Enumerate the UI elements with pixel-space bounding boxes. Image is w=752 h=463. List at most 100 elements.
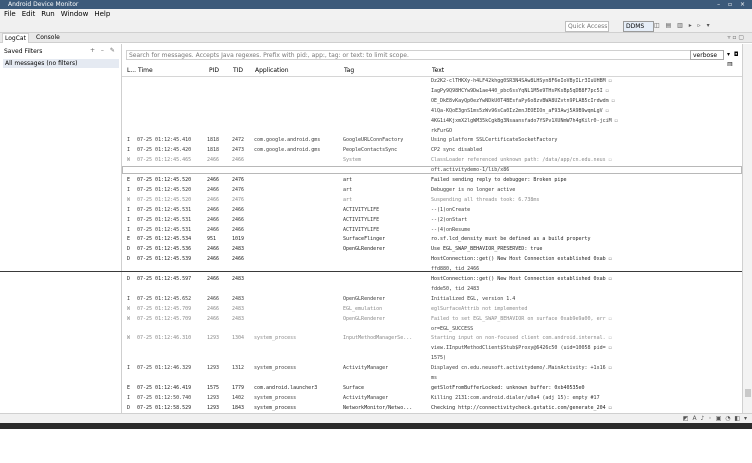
log-pid: 2466 — [207, 305, 220, 312]
log-row[interactable]: W 07-25 01:12:45.709 2466 2483 EGL_emulation… — [122, 305, 742, 313]
saved-filters-title: Saved Filters — [4, 48, 43, 55]
log-row[interactable]: I 07-25 01:12:45.520 2466 2476 art Debugger i… — [122, 186, 742, 194]
log-row[interactable]: Dz2K2-clTHKXy-h4LF42khgg0SR3N4SAw8LHSyn8… — [122, 77, 742, 85]
log-level: I — [127, 295, 131, 302]
log-pid: 2466 — [207, 226, 220, 233]
log-level: D — [127, 276, 131, 282]
log-tid: 2466 — [232, 206, 245, 213]
log-level-select[interactable]: verbose — [690, 50, 724, 60]
quick-access-input[interactable]: Quick Access — [565, 21, 609, 32]
menu-file[interactable]: File — [4, 10, 16, 18]
log-tid: 2472 — [232, 137, 245, 144]
log-row[interactable]: D 07-25 01:12:45.539 2466 2466 HostConnectio… — [122, 255, 742, 263]
log-tag: Surface — [343, 384, 365, 391]
menu-bar: File Edit Run Window Help — [0, 9, 752, 20]
log-time: 07-25 01:12:45.520 — [137, 196, 192, 203]
col-tag[interactable]: Tag — [344, 66, 354, 76]
log-tag: EGL_emulation — [343, 305, 383, 312]
filter-item-all-messages[interactable]: All messages (no filters) — [3, 59, 119, 68]
log-row[interactable]: I 07-25 01:12:45.531 2466 2466 ACTIVITYLIFE -… — [122, 206, 742, 214]
log-text: --(2)onStart — [431, 216, 468, 223]
col-pid[interactable]: PID — [209, 66, 219, 76]
log-row[interactable]: W 07-25 01:12:45.709 2466 2483 OpenGLRendere… — [122, 315, 742, 323]
log-tid: 2483 — [232, 295, 245, 302]
log-text: Use EGL_SWAP_BEHAVIOR_PRESERVED: true — [431, 246, 543, 253]
log-row[interactable]: I 07-25 01:12:50.740 1293 1402 system_proces… — [122, 394, 742, 402]
log-row[interactable]: OE_DkE8vKayQp0ezYwNDkU0T4BEsfaPy6o8zvBWA… — [122, 97, 742, 105]
log-pid: 2466 — [207, 276, 220, 282]
log-row[interactable]: 4lQa-KQoE3gnS1ms5zWv96sCa0Iz2mnJEOEIOn_a… — [122, 107, 742, 115]
log-row[interactable]: 4KG1i4KjxmX2lgWM35kCgkBg3Nsaansfado7YSPv… — [122, 117, 742, 125]
col-level[interactable]: L... — [127, 66, 136, 76]
log-text: 4KG1i4KjxmX2lgWM35kCgkBg3Nsaansfado7YSPv… — [431, 117, 618, 124]
ddms-perspective-button[interactable]: DDMS — [623, 21, 654, 32]
log-row[interactable]: W 07-25 01:12:45.465 2466 2466 System ClassLo… — [122, 156, 742, 164]
log-time: 07-25 01:12:45.709 — [137, 315, 192, 322]
menu-window[interactable]: Window — [61, 10, 89, 18]
col-application[interactable]: Application — [255, 66, 289, 76]
log-pid: 1293 — [207, 335, 220, 342]
log-text: CP2 sync disabled — [431, 147, 483, 154]
log-row[interactable]: I 07-25 01:12:45.410 1818 2472 com.google.an… — [122, 136, 742, 144]
log-pid: 2466 — [207, 186, 220, 193]
log-text: Killing 2131:com.android.dialer/u0a4 (ad… — [431, 394, 600, 401]
log-level: D — [127, 246, 131, 253]
log-row[interactable]: D 07-25 01:12:45.597 2466 2483 HostConnectio… — [122, 275, 742, 283]
scrollbar-thumb[interactable] — [745, 389, 751, 397]
log-tid: 1019 — [232, 236, 245, 243]
log-rows[interactable]: Dz2K2-clTHKXy-h4LF42khgg0SR3N4SAw8LHSyn8… — [122, 77, 742, 452]
view-controls[interactable]: ▿ ▫ ▢ — [727, 33, 744, 42]
selected-row-outline — [122, 166, 742, 175]
log-row[interactable]: E 07-25 01:12:45.520 2466 2476 art Failed sen… — [122, 176, 742, 184]
log-row[interactable]: I 07-25 01:12:46.329 1293 1312 system_proces… — [122, 364, 742, 372]
col-time[interactable]: Time — [138, 66, 153, 76]
menu-help[interactable]: Help — [94, 10, 110, 18]
log-row[interactable]: I 07-25 01:12:45.531 2466 2466 ACTIVITYLIFE -… — [122, 216, 742, 224]
log-tid: 1402 — [232, 394, 245, 401]
log-row[interactable]: I 07-25 01:12:45.531 2466 2466 ACTIVITYLIFE -… — [122, 226, 742, 234]
log-level: W — [127, 315, 131, 322]
menu-run[interactable]: Run — [41, 10, 54, 18]
log-text: Initialized EGL, version 1.4 — [431, 295, 516, 302]
log-pid: 2466 — [207, 216, 220, 223]
log-row[interactable]: I 07-25 01:12:45.652 2466 2483 OpenGLRendere… — [122, 295, 742, 303]
log-tag: art — [343, 186, 353, 193]
log-table-header: L... Time PID TID Application Tag Text — [122, 66, 742, 77]
log-row[interactable]: D 07-25 01:12:45.536 2466 2483 OpenGLRendere… — [122, 245, 742, 253]
toolbar-icons[interactable]: ◫ ▤ ▥ ▸ ▹ ▾ — [654, 21, 712, 30]
log-tag: ACTIVITYLIFE — [343, 216, 380, 223]
log-pid: 1293 — [207, 365, 220, 372]
log-time: 07-25 01:12:45.531 — [137, 226, 192, 233]
log-pid: 1575 — [207, 384, 220, 391]
col-tid[interactable]: TID — [233, 66, 243, 76]
log-row[interactable]: E 07-25 01:12:46.419 1575 1779 com.android.l… — [122, 384, 742, 392]
log-row[interactable]: W 07-25 01:12:45.520 2466 2476 art Suspending… — [122, 196, 742, 204]
menu-edit[interactable]: Edit — [22, 10, 36, 18]
log-level: I — [127, 137, 131, 144]
log-row[interactable]: IagPy9Q98HCYw9Dw1ae440_pbc6ssYqNL1M5e9TH… — [122, 87, 742, 95]
log-row[interactable]: I 07-25 01:12:45.420 1818 2473 com.google.an… — [122, 146, 742, 154]
log-text: view.IInputMethodClient$Stub$Proxy@6426c… — [431, 345, 612, 352]
log-row[interactable]: E 07-25 01:12:45.534 951 1019 SurfaceFlinger… — [122, 235, 742, 243]
col-text[interactable]: Text — [432, 66, 444, 76]
log-tag: OpenGLRenderer — [343, 315, 386, 322]
log-row[interactable]: rkFurGO — [122, 127, 742, 135]
logcat-pane: Search for messages. Accepts Java regexe… — [122, 44, 742, 463]
log-row[interactable]: or=EGL_SUCCESS — [122, 325, 742, 333]
filter-buttons[interactable]: + – ✎ — [90, 47, 117, 54]
log-row[interactable]: 1575) — [122, 354, 742, 362]
window-controls[interactable]: – ▫ × — [717, 0, 748, 9]
log-pid: 1818 — [207, 137, 220, 144]
log-row[interactable]: ms — [122, 374, 742, 382]
log-text: IagPy9Q98HCYw9Dw1ae440_pbc6ssYqNL1M5e9TH… — [431, 87, 609, 94]
log-level: W — [127, 335, 131, 342]
log-row[interactable]: W 07-25 01:12:46.310 1293 1304 system_proces… — [122, 334, 742, 342]
search-input[interactable]: Search for messages. Accepts Java regexe… — [126, 50, 691, 60]
log-row[interactable]: view.IInputMethodClient$Stub$Proxy@6426c… — [122, 344, 742, 352]
log-level: I — [127, 206, 131, 213]
tab-console[interactable]: Console — [34, 33, 62, 42]
tab-logcat[interactable]: LogCat — [2, 33, 29, 43]
vertical-scrollbar[interactable] — [742, 44, 752, 413]
log-row[interactable]: fdde50, tid 2483 — [122, 285, 742, 293]
log-row[interactable]: D 07-25 01:12:58.529 1293 1843 system_proces… — [122, 404, 742, 412]
